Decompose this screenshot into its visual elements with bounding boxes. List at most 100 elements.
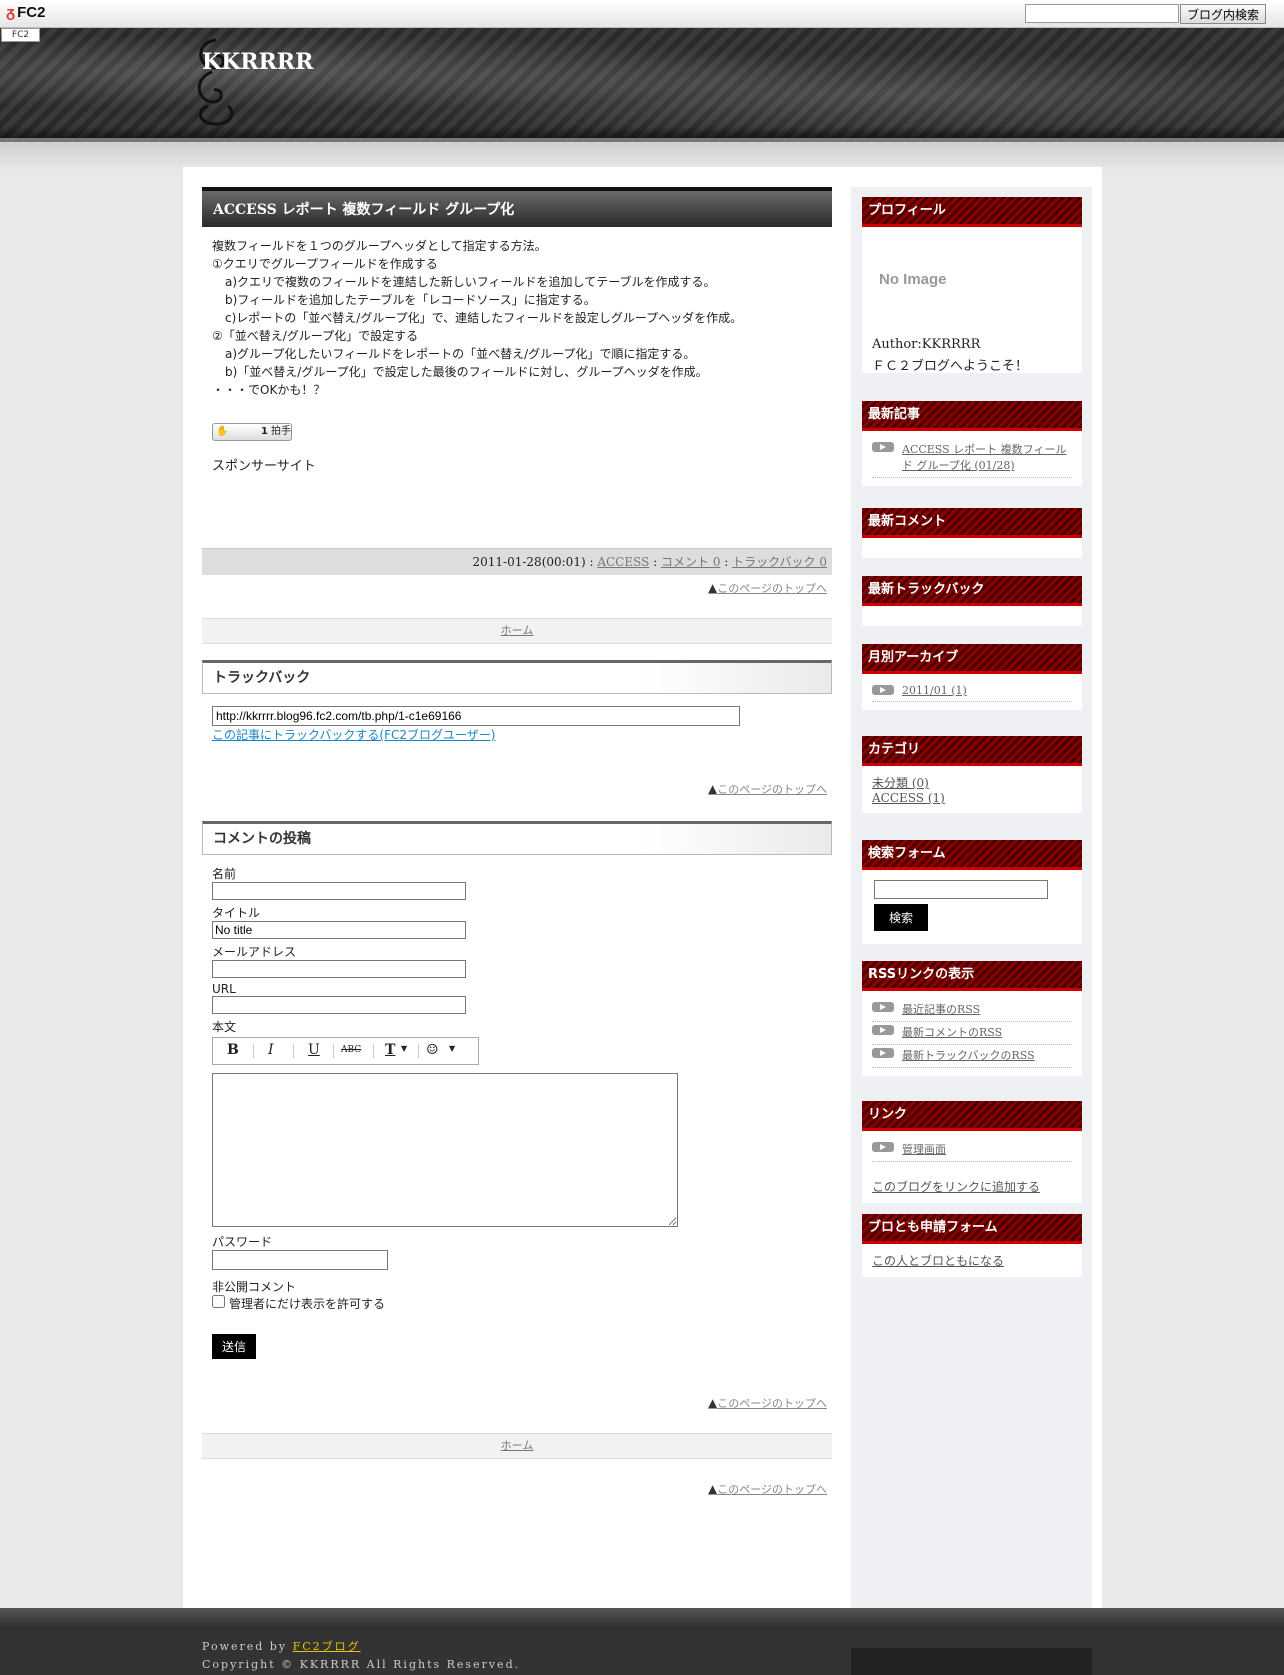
category-link[interactable]: 未分類 (0) — [872, 774, 1072, 791]
private-check-label: 管理者にだけ表示を許可する — [229, 1297, 386, 1311]
strike-button[interactable]: ABC — [341, 1045, 361, 1055]
private-label: 非公開コメント — [212, 1280, 297, 1294]
rss-link[interactable]: 最近記事のRSS — [902, 1003, 980, 1016]
bold-button[interactable]: B — [227, 1042, 239, 1058]
title-field[interactable] — [212, 921, 466, 939]
entry-trackbacks-link[interactable]: トラックバック 0 — [732, 555, 827, 569]
url-field[interactable] — [212, 996, 466, 1014]
links-content: 管理画面 このブログをリンクに追加する — [862, 1131, 1082, 1203]
home-bar: ホーム — [202, 618, 832, 644]
home-link[interactable]: ホーム — [501, 1439, 534, 1452]
sidebar-search-input[interactable] — [874, 880, 1048, 899]
page-top-row: ▲このページのトップへ — [202, 580, 832, 596]
sidebar-footer — [851, 1648, 1092, 1675]
name-field[interactable] — [212, 882, 466, 900]
entry-line: a)グループ化したいフィールドをレポートの「並べ替え/グループ化」で順に指定する… — [225, 347, 696, 361]
friends-title: ブロとも申請フォーム — [862, 1214, 1082, 1244]
clap-button[interactable]: ✋ 1 拍手 — [212, 423, 292, 441]
friend-request-link[interactable]: この人とブロともになる — [872, 1254, 1004, 1268]
comment-body-textarea[interactable] — [212, 1073, 678, 1227]
page-top-link[interactable]: このページのトップへ — [717, 1483, 827, 1496]
archive-item[interactable]: 2011/01 (1) — [872, 682, 1072, 702]
rss-item[interactable]: 最新コメントのRSS — [872, 1022, 1072, 1045]
private-checkbox[interactable] — [212, 1295, 225, 1308]
rss-link[interactable]: 最新トラックバックのRSS — [902, 1049, 1035, 1062]
rss-item[interactable]: 最近記事のRSS — [872, 999, 1072, 1022]
recent-trackbacks-block: 最新トラックバック — [862, 576, 1082, 626]
profile-author: Author:KKRRRR — [872, 337, 981, 352]
emoticon-button[interactable]: ☺ — [426, 1042, 439, 1058]
friends-block: ブロとも申請フォーム この人とブロともになる — [862, 1214, 1082, 1277]
text-style-button[interactable]: T — [385, 1042, 395, 1058]
trackback-link[interactable]: この記事にトラックバックする(FC2ブログユーザー) — [212, 726, 832, 743]
profile-welcome: ＦＣ２ブログへようこそ！ — [872, 359, 1029, 374]
title-label: タイトル — [212, 906, 261, 920]
trackback-url-field[interactable] — [212, 706, 740, 726]
recent-entries-title: 最新記事 — [862, 401, 1082, 431]
fc2-toolbar: ᵹ FC2 ブログ内検索 — [0, 0, 1284, 28]
submit-button[interactable]: 送信 — [212, 1334, 257, 1359]
copyright: Copyright © KKRRRR All Rights Reserved. — [202, 1658, 521, 1671]
separator: : — [585, 555, 598, 569]
entry-category-link[interactable]: ACCESS — [597, 555, 649, 569]
header-shade — [0, 126, 1284, 138]
email-field[interactable] — [212, 960, 466, 978]
add-link-link[interactable]: このブログをリンクに追加する — [872, 1180, 1040, 1194]
fc2-logo-text: FC2 — [17, 4, 46, 21]
comment-form: 名前 タイトル メールアドレス URL 本文 B I U ABC T ▼ ☺ ▼… — [202, 865, 832, 1359]
rss-link[interactable]: 最新コメントのRSS — [902, 1026, 1002, 1039]
email-label: メールアドレス — [212, 945, 297, 959]
sidebar-search-button[interactable]: 検索 — [874, 904, 929, 931]
page-top-link[interactable]: このページのトップへ — [717, 1397, 827, 1410]
clap-label: 拍手 — [271, 426, 291, 437]
main-column: ACCESS レポート 複数フィールド グループ化 複数フィールドを１つのグルー… — [202, 187, 832, 1497]
rss-item[interactable]: 最新トラックバックのRSS — [872, 1045, 1072, 1068]
play-bullet-icon — [872, 1142, 894, 1152]
archive-link[interactable]: 2011/01 (1) — [902, 684, 967, 697]
powered-by-label: Powered by — [202, 1640, 293, 1653]
up-arrow-icon: ▲ — [707, 782, 718, 796]
link-item[interactable]: 管理画面 — [872, 1139, 1072, 1162]
chevron-down-icon[interactable]: ▼ — [449, 1044, 455, 1053]
rss-block: RSSリンクの表示 最近記事のRSS 最新コメントのRSS 最新トラックバックの… — [862, 961, 1082, 1076]
fc2-logo[interactable]: ᵹ FC2 — [6, 4, 45, 21]
blog-search-button[interactable]: ブログ内検索 — [1180, 4, 1266, 24]
recent-entries-block: 最新記事 ACCESS レポート 複数フィールド グループ化 (01/28) — [862, 401, 1082, 486]
blog-title[interactable]: KKRRRR — [202, 49, 313, 75]
recent-entry-link[interactable]: ACCESS レポート 複数フィールド グループ化 (01/28) — [902, 443, 1066, 472]
home-link[interactable]: ホーム — [501, 624, 534, 637]
blog-header: KKRRRR — [0, 28, 1284, 142]
page-top-link[interactable]: このページのトップへ — [717, 783, 827, 796]
password-field[interactable] — [212, 1250, 388, 1270]
private-option[interactable]: 管理者にだけ表示を許可する — [212, 1295, 386, 1311]
search-form-title: 検索フォーム — [862, 840, 1082, 870]
recent-trackbacks-content — [862, 606, 1082, 626]
entry-line: b)「並べ替え/グループ化」で設定した最後のフィールドに対し、グループヘッダを作… — [225, 365, 708, 379]
entry-comments-link[interactable]: コメント 0 — [661, 555, 720, 569]
toolbar-separator — [418, 1044, 419, 1058]
entry-line: ①クエリでグループフィールドを作成する — [212, 257, 438, 271]
up-arrow-icon: ▲ — [707, 1396, 718, 1410]
chevron-down-icon[interactable]: ▼ — [401, 1044, 407, 1053]
fc2-blog-link[interactable]: FC2ブログ — [293, 1640, 361, 1653]
footer-bar — [0, 1608, 1284, 1630]
entry-date: 2011-01-28(00:01) — [472, 555, 586, 569]
recent-comments-title: 最新コメント — [862, 508, 1082, 538]
profile-content: No Image Author:KKRRRR ＦＣ２ブログへようこそ！ — [862, 227, 1082, 374]
page-top-row: ▲このページのトップへ — [202, 1395, 832, 1411]
archives-title: 月別アーカイブ — [862, 644, 1082, 674]
admin-link[interactable]: 管理画面 — [902, 1143, 946, 1156]
underline-button[interactable]: U — [308, 1042, 320, 1058]
category-link[interactable]: ACCESS (1) — [872, 791, 1072, 805]
blog-search-input[interactable] — [1025, 4, 1179, 23]
editor-toolbar: B I U ABC T ▼ ☺ ▼ — [212, 1037, 479, 1065]
profile-no-image: No Image — [879, 271, 947, 288]
rss-title: RSSリンクの表示 — [862, 961, 1082, 991]
entry-line: ②「並べ替え/グループ化」で設定する — [212, 329, 419, 343]
italic-button[interactable]: I — [268, 1042, 274, 1058]
clap-hands-icon: ✋ — [216, 426, 229, 437]
entry-title[interactable]: ACCESS レポート 複数フィールド グループ化 — [202, 187, 832, 227]
fc2-mini-badge[interactable]: FC2 — [1, 28, 40, 42]
page-top-link[interactable]: このページのトップへ — [717, 582, 827, 595]
recent-entry-item[interactable]: ACCESS レポート 複数フィールド グループ化 (01/28) — [872, 439, 1072, 478]
